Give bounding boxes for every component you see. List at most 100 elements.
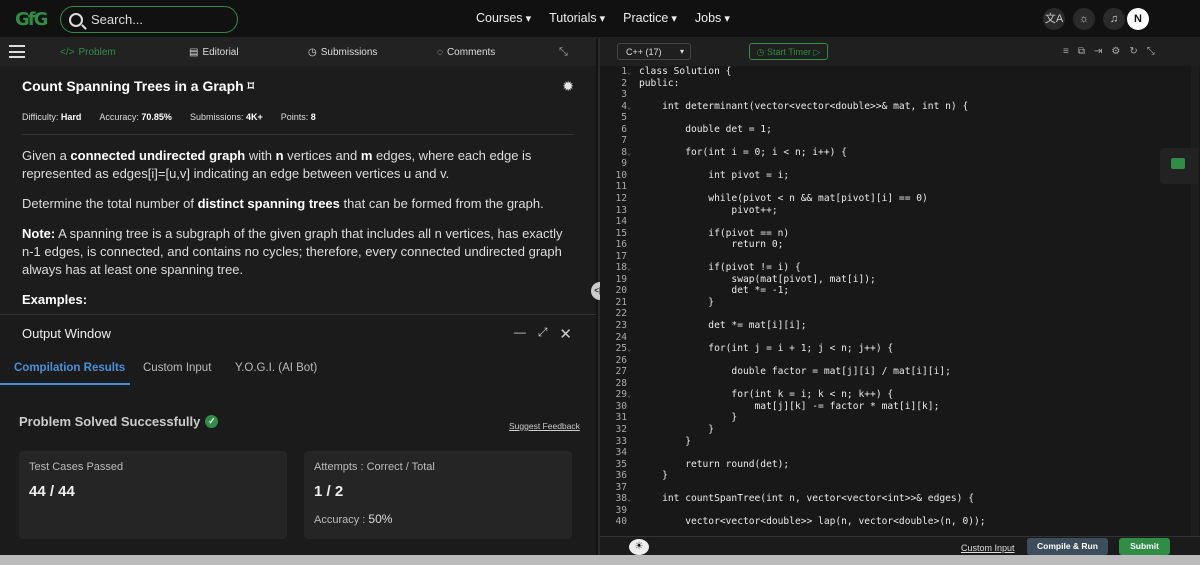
bell-icon[interactable]: ♫ bbox=[1103, 8, 1125, 30]
custom-input-link[interactable]: Custom Input bbox=[961, 543, 1015, 553]
code-text: if(pivot != i) { bbox=[639, 262, 801, 274]
code-line[interactable]: 12 while(pivot < n && mat[pivot][i] == 0… bbox=[600, 193, 1200, 205]
code-line[interactable]: 29⌄ for(int k = i; k < n; k++) { bbox=[600, 389, 1200, 401]
code-line[interactable]: 3 bbox=[600, 89, 1200, 101]
nav-courses[interactable]: Courses bbox=[476, 11, 531, 25]
code-line[interactable]: 10 int pivot = i; bbox=[600, 170, 1200, 182]
toolbar-icons: 文A ☼ ♫ bbox=[1043, 8, 1125, 30]
code-line[interactable]: 14 bbox=[600, 216, 1200, 228]
problem-meta: Difficulty: Hard Accuracy: 70.85% Submis… bbox=[22, 112, 574, 122]
code-line[interactable]: 31 } bbox=[600, 412, 1200, 424]
translate-icon[interactable]: 文A bbox=[1043, 8, 1065, 30]
code-text: for(int k = i; k < n; k++) { bbox=[639, 389, 894, 401]
menu-icon[interactable] bbox=[9, 45, 25, 58]
editor-scrollbar[interactable] bbox=[1191, 66, 1199, 536]
theme-icon[interactable]: ☼ bbox=[1073, 8, 1095, 30]
code-line[interactable]: 1⌄ class Solution { bbox=[600, 66, 1200, 78]
code-line[interactable]: 30 mat[j][k] -= factor * mat[i][k]; bbox=[600, 401, 1200, 413]
code-line[interactable]: 27 double factor = mat[j][i] / mat[i][i]… bbox=[600, 366, 1200, 378]
nav-tutorials[interactable]: Tutorials bbox=[549, 11, 605, 25]
settings-icon[interactable]: ⚙ bbox=[1111, 46, 1120, 57]
line-number: 23 bbox=[615, 320, 627, 332]
bug-icon[interactable]: ✹ bbox=[562, 78, 574, 95]
code-line[interactable]: 17 bbox=[600, 251, 1200, 263]
compile-run-button[interactable]: Compile & Run bbox=[1027, 538, 1108, 555]
tab-problem[interactable]: </> Problem bbox=[60, 47, 116, 58]
code-line[interactable]: 8⌄ for(int i = 0; i < n; i++) { bbox=[600, 147, 1200, 159]
line-number: 25 bbox=[615, 343, 627, 355]
check-icon: ✓ bbox=[205, 415, 219, 428]
code-line[interactable]: 39 bbox=[600, 505, 1200, 517]
code-line[interactable]: 20 det *= -1; bbox=[600, 285, 1200, 297]
bulb-icon[interactable]: ☀ bbox=[629, 539, 649, 555]
start-timer-button[interactable]: ◷ Start Timer ▷ bbox=[749, 43, 828, 60]
nav-practice[interactable]: Practice bbox=[623, 11, 677, 25]
tab-comments[interactable]: ◌ Comments bbox=[437, 47, 495, 58]
accuracy: Accuracy: 70.85% bbox=[99, 112, 172, 122]
code-line[interactable]: 40 vector<vector<double>> lap(n, vector<… bbox=[600, 516, 1200, 528]
line-number: 18 bbox=[615, 262, 627, 274]
code-line[interactable]: 24 bbox=[600, 332, 1200, 344]
code-line[interactable]: 19 swap(mat[pivot], mat[i]); bbox=[600, 274, 1200, 286]
code-line[interactable]: 16 return 0; bbox=[600, 239, 1200, 251]
line-number: 14 bbox=[615, 216, 627, 228]
code-line[interactable]: 15 if(pivot == n) bbox=[600, 228, 1200, 240]
line-number: 32 bbox=[615, 423, 627, 435]
tab-custom-input[interactable]: Custom Input bbox=[143, 362, 211, 374]
code-line[interactable]: 2 public: bbox=[600, 78, 1200, 90]
tab-compilation-results[interactable]: Compilation Results bbox=[14, 362, 125, 374]
tab-editorial[interactable]: ▤ Editorial bbox=[189, 47, 239, 58]
search-box[interactable]: Search... bbox=[60, 6, 238, 33]
code-line[interactable]: 5 bbox=[600, 112, 1200, 124]
examples-heading: Examples: bbox=[22, 292, 88, 307]
nav-jobs[interactable]: Jobs bbox=[695, 11, 730, 25]
code-editor[interactable]: 1⌄ class Solution {2 public: 3 4⌄ int determ… bbox=[600, 66, 1200, 536]
code-line[interactable]: 28 bbox=[600, 378, 1200, 390]
tab-yogi-bot[interactable]: Y.O.G.I. (AI Bot) bbox=[235, 362, 317, 374]
code-line[interactable]: 21 } bbox=[600, 297, 1200, 309]
code-line[interactable]: 23 det *= mat[i][i]; bbox=[600, 320, 1200, 332]
code-line[interactable]: 11 bbox=[600, 181, 1200, 193]
copy-icon[interactable]: ⧉ bbox=[1078, 46, 1085, 57]
close-icon[interactable]: ✕ bbox=[559, 325, 572, 343]
fullscreen-icon[interactable]: ⤢ bbox=[538, 325, 548, 343]
code-line[interactable]: 37 bbox=[600, 482, 1200, 494]
code-line[interactable]: 35 return round(det); bbox=[600, 459, 1200, 471]
code-line[interactable]: 36 } bbox=[600, 470, 1200, 482]
avatar[interactable]: N bbox=[1127, 8, 1149, 30]
line-number: 27 bbox=[615, 366, 627, 378]
code-line[interactable]: 18⌄ if(pivot != i) { bbox=[600, 262, 1200, 274]
code-text: int countSpanTree(int n, vector<vector<i… bbox=[639, 493, 975, 505]
code-line[interactable]: 26 bbox=[600, 355, 1200, 367]
code-line[interactable]: 25⌄ for(int j = i + 1; j < n; j++) { bbox=[600, 343, 1200, 355]
bookmark-icon[interactable]: ⌑ bbox=[248, 79, 254, 93]
suggest-feedback-link[interactable]: Suggest Feedback bbox=[509, 421, 580, 431]
document-icon: ▤ bbox=[189, 47, 199, 58]
tab-submissions[interactable]: ◷ Submissions bbox=[308, 47, 377, 58]
code-line[interactable]: 6 double det = 1; bbox=[600, 124, 1200, 136]
code-line[interactable]: 34 bbox=[600, 447, 1200, 459]
line-number: 33 bbox=[615, 435, 627, 447]
expand-icon[interactable]: ⤡ bbox=[559, 46, 568, 59]
line-number: 34 bbox=[615, 447, 627, 459]
line-number: 37 bbox=[615, 481, 627, 493]
code-line[interactable]: 9 bbox=[600, 158, 1200, 170]
chat-icon[interactable] bbox=[1160, 148, 1198, 184]
export-icon[interactable]: ⇥ bbox=[1094, 46, 1102, 57]
code-line[interactable]: 13 pivot++; bbox=[600, 205, 1200, 217]
code-line[interactable]: 4⌄ int determinant(vector<vector<double>… bbox=[600, 101, 1200, 113]
fullscreen-editor-icon[interactable]: ⤡ bbox=[1147, 46, 1155, 57]
code-line[interactable]: 38⌄ int countSpanTree(int n, vector<vect… bbox=[600, 493, 1200, 505]
list-icon[interactable]: ≡ bbox=[1063, 46, 1069, 57]
language-select[interactable]: C++ (17) bbox=[617, 43, 691, 60]
submit-button[interactable]: Submit bbox=[1119, 538, 1170, 555]
desc-para-1: Given a connected undirected graph with … bbox=[22, 148, 532, 181]
code-line[interactable]: 7 bbox=[600, 135, 1200, 147]
code-line[interactable]: 32 } bbox=[600, 424, 1200, 436]
reset-icon[interactable]: ↻ bbox=[1129, 46, 1137, 57]
divider bbox=[22, 134, 574, 135]
code-line[interactable]: 22 bbox=[600, 308, 1200, 320]
minimize-icon[interactable]: — bbox=[514, 325, 526, 343]
code-line[interactable]: 33 } bbox=[600, 436, 1200, 448]
gfg-logo[interactable]: GfG bbox=[15, 9, 55, 30]
